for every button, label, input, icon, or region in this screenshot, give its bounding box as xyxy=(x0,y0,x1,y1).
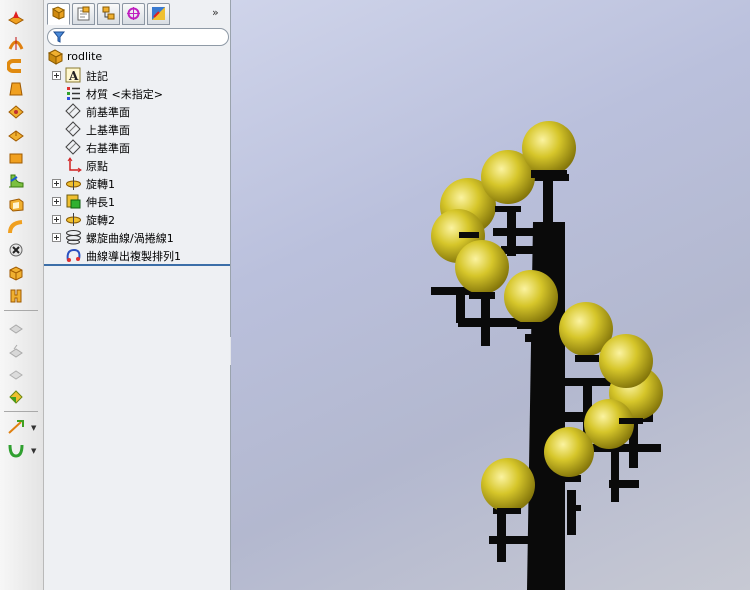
cut2-disabled-icon xyxy=(7,343,25,359)
lower-left-arm xyxy=(489,508,529,562)
revolve-icon xyxy=(65,211,82,227)
tree-item-label: 螺旋曲線/渦捲線1 xyxy=(86,232,174,245)
tree-item-origin[interactable]: 原點 xyxy=(44,156,230,174)
tree-item-label: 上基準面 xyxy=(86,124,130,137)
tree-item-annotations[interactable]: A 註記 xyxy=(44,66,230,84)
wrap-icon[interactable] xyxy=(7,219,25,235)
property-manager-tab[interactable] xyxy=(72,3,95,25)
toolbar-separator xyxy=(4,310,38,311)
plane-icon xyxy=(65,103,82,119)
plane-icon xyxy=(65,121,82,137)
material-icon xyxy=(65,85,82,101)
globe-9 xyxy=(599,334,653,388)
origin-icon xyxy=(65,157,82,173)
tree-item-top-plane[interactable]: 上基準面 xyxy=(44,120,230,138)
globe-12 xyxy=(481,458,535,512)
tree-item-label: 原點 xyxy=(86,160,108,173)
tree-root-label: rodlite xyxy=(67,50,103,63)
tree-item-label: 右基準面 xyxy=(86,142,130,155)
shell-icon[interactable] xyxy=(7,196,25,212)
panel-tabs: » xyxy=(44,0,230,26)
cut3-disabled-icon xyxy=(7,366,25,382)
svg-text:A: A xyxy=(68,69,79,83)
fillet-icon[interactable] xyxy=(7,173,25,189)
plane-icon xyxy=(65,139,82,155)
expand-toggle[interactable] xyxy=(52,233,61,242)
tree-item-label: 前基準面 xyxy=(86,106,130,119)
tree-item-revolve1[interactable]: 旋轉1 xyxy=(44,174,230,192)
toolbar-separator xyxy=(4,411,38,412)
tree-item-label: 旋轉2 xyxy=(86,214,115,227)
thicken-icon[interactable] xyxy=(7,127,25,143)
expand-toggle[interactable] xyxy=(52,215,61,224)
tree-item-label: 註記 xyxy=(86,70,108,83)
extruded-boss-icon[interactable] xyxy=(7,10,25,26)
cut-disabled-icon xyxy=(7,320,25,336)
tree-item-extrude1[interactable]: 伸長1 xyxy=(44,192,230,210)
filter-icon xyxy=(53,31,65,43)
reference-geometry-icon[interactable] xyxy=(7,419,25,435)
globe-5 xyxy=(455,240,509,294)
hole-wizard-icon[interactable] xyxy=(7,242,25,258)
rollback-bar[interactable] xyxy=(44,264,230,266)
extrude-icon xyxy=(65,193,82,209)
configuration-manager-tab[interactable] xyxy=(97,3,120,25)
rib-icon[interactable] xyxy=(7,288,25,304)
tree-item-right-plane[interactable]: 右基準面 xyxy=(44,138,230,156)
features-toolbar: ▼ ▼ xyxy=(0,0,44,590)
tree-item-label: 伸長1 xyxy=(86,196,115,209)
expand-toggle[interactable] xyxy=(52,197,61,206)
street-lamp-model xyxy=(431,121,663,590)
tree-item-curve-pattern1[interactable]: 曲線導出複製排列1 xyxy=(44,246,230,264)
dimxpert-manager-tab[interactable] xyxy=(122,3,145,25)
tree-root-part[interactable]: rodlite xyxy=(44,48,230,66)
expand-toggle[interactable] xyxy=(52,71,61,80)
display-manager-tab[interactable] xyxy=(147,3,170,25)
graphics-area[interactable] xyxy=(231,0,750,590)
tree-item-front-plane[interactable]: 前基準面 xyxy=(44,102,230,120)
globe-4 xyxy=(522,121,576,175)
tree-item-material[interactable]: 材質 <未指定> xyxy=(44,84,230,102)
curve-pattern-icon xyxy=(65,247,82,263)
curves-dropdown-icon[interactable]: ▼ xyxy=(31,447,36,455)
tree-filter-input[interactable] xyxy=(47,28,229,46)
swept-boss-icon[interactable] xyxy=(7,58,25,74)
globe-11 xyxy=(544,427,594,477)
tree-item-label: 曲線導出複製排列1 xyxy=(86,250,181,263)
tree-item-label: 旋轉1 xyxy=(86,178,115,191)
curves-icon[interactable] xyxy=(7,442,25,458)
expand-toggle[interactable] xyxy=(52,179,61,188)
extruded-cut-icon[interactable] xyxy=(7,265,25,281)
annotations-icon: A xyxy=(65,67,82,83)
tree-item-revolve2[interactable]: 旋轉2 xyxy=(44,210,230,228)
lofted-boss-icon[interactable] xyxy=(7,81,25,97)
part-icon xyxy=(47,49,64,65)
feature-manager-tab[interactable] xyxy=(47,3,70,25)
tree-item-helix1[interactable]: 螺旋曲線/渦捲線1 xyxy=(44,228,230,246)
revolved-boss-icon[interactable] xyxy=(7,35,25,51)
revolve-icon xyxy=(65,175,82,191)
globe-6 xyxy=(504,270,558,324)
boundary-boss-icon[interactable] xyxy=(7,104,25,120)
plane-icon[interactable] xyxy=(7,150,25,166)
reference-geometry-dropdown-icon[interactable]: ▼ xyxy=(31,424,36,432)
feature-manager-panel: » rodlite A 註記 材質 <未指定> 前基準面 上基準面 右基準面 原… xyxy=(44,0,231,590)
helix-icon xyxy=(65,229,82,245)
intersect-icon[interactable] xyxy=(7,389,25,405)
tree-item-label: 材質 <未指定> xyxy=(86,88,163,101)
more-tabs-button[interactable]: » xyxy=(212,6,219,19)
